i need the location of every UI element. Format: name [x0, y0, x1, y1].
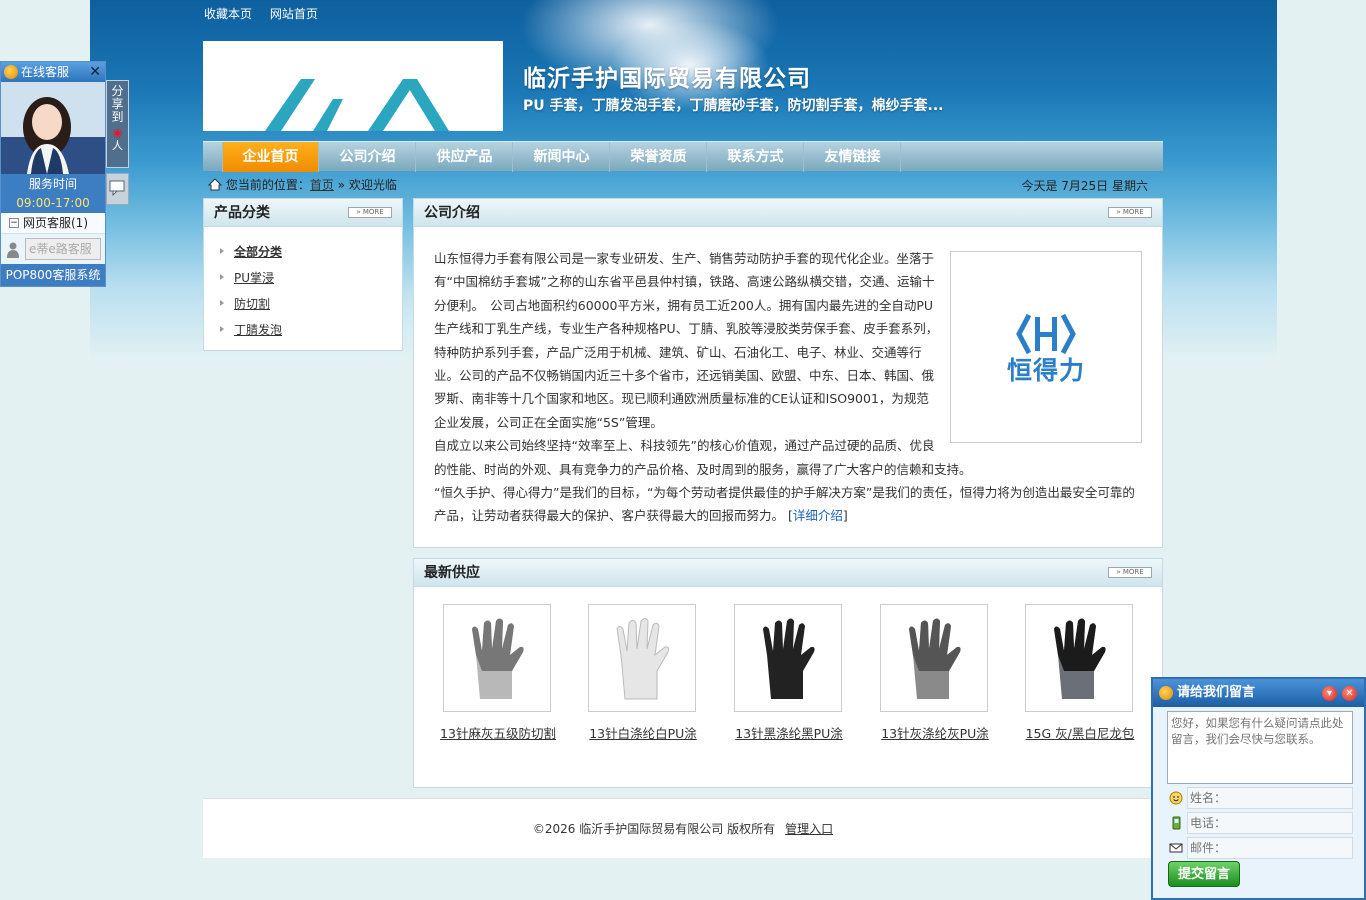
share-button[interactable]: 分享到 ◉ 人	[106, 80, 129, 168]
product-card: 13针黑涤纶黑PU涂	[734, 604, 844, 742]
admin-link[interactable]: 管理入口	[785, 822, 833, 836]
category-panel: 产品分类 » MORE 全部分类 PU掌浸 防切割 丁腈发泡	[203, 198, 403, 351]
nav-links[interactable]: 友情链接	[805, 142, 901, 172]
leave-message-widget: 请给我们留言 ▾ ✕ 提交留言	[1151, 677, 1366, 900]
nav-about[interactable]: 公司介绍	[320, 142, 416, 172]
home-icon	[207, 178, 223, 194]
product-image[interactable]	[734, 604, 842, 712]
message-icon	[1159, 686, 1173, 700]
nav-contact[interactable]: 联系方式	[708, 142, 804, 172]
top-links: 收藏本页 网站首页	[204, 5, 332, 22]
person-icon	[7, 242, 19, 258]
products-more-button[interactable]: » MORE	[1108, 567, 1152, 578]
name-field	[1167, 787, 1353, 809]
copyright: ©2026 临沂手护国际贸易有限公司 版权所有	[532, 822, 776, 836]
category-title: 产品分类	[214, 205, 270, 221]
product-card: 13针白涤纶白PU涂	[588, 604, 698, 742]
message-title: 请给我们留言	[1177, 685, 1256, 700]
service-member-button[interactable]: e蒂e路客服	[25, 238, 101, 260]
intro-paragraph-3: “恒久手护、得心得力”是我们的目标，“为每个劳动者提供最佳的护手解决方案”是我们…	[434, 485, 1135, 524]
mail-icon	[1169, 841, 1183, 855]
phone-field	[1167, 812, 1353, 834]
service-member: e蒂e路客服	[1, 234, 105, 264]
phone-icon	[1169, 816, 1183, 830]
nav-honors[interactable]: 荣誉资质	[611, 142, 707, 172]
product-name[interactable]: 13针麻灰五级防切割	[435, 723, 561, 742]
home-link[interactable]: 网站首页	[270, 7, 318, 21]
service-time-label: 服务时间	[1, 174, 105, 194]
category-item: 全部分类	[220, 239, 402, 265]
company-name: 临沂手护国际贸易有限公司	[523, 66, 811, 92]
breadcrumb-current: 欢迎光临	[348, 178, 397, 192]
footer: ©2026 临沂手护国际贸易有限公司 版权所有 管理入口	[203, 798, 1163, 858]
breadcrumb: 您当前的位置：首页 » 欢迎光临	[207, 176, 397, 194]
main-nav: 企业首页 公司介绍 供应产品 新闻中心 荣誉资质 联系方式 友情链接	[203, 141, 1163, 172]
nav-news[interactable]: 新闻中心	[514, 142, 610, 172]
bookmark-link[interactable]: 收藏本页	[204, 7, 252, 21]
message-textarea[interactable]	[1167, 711, 1353, 784]
product-name[interactable]: 13针白涤纶白PU涂	[580, 723, 706, 742]
company-subtitle: PU 手套，丁腈发泡手套，丁腈磨砂手套，防切割手套，棉纱手套...	[523, 98, 944, 114]
feedback-icon[interactable]	[106, 173, 129, 205]
product-image[interactable]	[588, 604, 696, 712]
product-card: 15G 灰/黑白尼龙包	[1025, 604, 1135, 742]
collapse-icon[interactable]: −	[9, 218, 19, 228]
online-service-widget: 在线客服 ✕ 服务时间 09:00-17:00 − 网页客服(1) e蒂e路客服 P…	[0, 61, 106, 287]
category-item: PU掌浸	[220, 265, 402, 291]
product-name[interactable]: 15G 灰/黑白尼龙包	[1017, 723, 1143, 742]
service-icon	[4, 65, 18, 79]
products-panel: 最新供应 » MORE 13针麻灰五级防切割 13针白涤纶白PU涂 13针黑涤纶黑…	[413, 558, 1163, 788]
service-time: 09:00-17:00	[1, 194, 105, 213]
product-card: 13针麻灰五级防切割	[440, 604, 556, 742]
agent-photo	[1, 82, 105, 174]
service-group[interactable]: − 网页客服(1)	[1, 213, 105, 234]
breadcrumb-home[interactable]: 首页	[310, 178, 334, 192]
product-image[interactable]	[880, 604, 988, 712]
email-field	[1167, 837, 1353, 859]
weibo-icon[interactable]: ◉	[107, 126, 128, 139]
renren-icon[interactable]: 人	[107, 139, 128, 152]
today-date: 今天是 7月25日 星期六	[1021, 179, 1148, 193]
minimize-icon[interactable]: ▾	[1322, 686, 1337, 701]
category-more-button[interactable]: » MORE	[348, 207, 392, 218]
smiley-icon	[1169, 791, 1183, 805]
service-system-label: POP800客服系统	[1, 264, 105, 286]
close-icon[interactable]: ✕	[1342, 686, 1357, 701]
service-title: 在线客服	[21, 65, 70, 79]
product-name[interactable]: 13针黑涤纶黑PU涂	[726, 723, 852, 742]
submit-message-button[interactable]: 提交留言	[1168, 861, 1240, 887]
email-input[interactable]	[1187, 837, 1353, 859]
product-image[interactable]	[1025, 604, 1133, 712]
nav-spacer	[203, 142, 223, 172]
intro-logo-text: 恒得力	[1006, 356, 1085, 386]
intro-panel: 公司介绍» MORE 恒得力 山东恒得力手套有限公司是一家专业研发、生产、销售劳…	[413, 198, 1163, 548]
products-title: 最新供应	[424, 565, 480, 581]
phone-input[interactable]	[1187, 812, 1353, 834]
close-icon[interactable]: ✕	[89, 62, 101, 82]
intro-detail-link[interactable]: 详细介绍	[793, 508, 843, 523]
category-item: 防切割	[220, 291, 402, 317]
product-name[interactable]: 13针灰涤纶灰PU涂	[872, 723, 998, 742]
nav-products[interactable]: 供应产品	[417, 142, 513, 172]
product-image[interactable]	[443, 604, 551, 712]
intro-logo-image: 恒得力	[950, 251, 1142, 443]
product-card: 13针灰涤纶灰PU涂	[880, 604, 990, 742]
intro-title: 公司介绍	[424, 205, 480, 221]
nav-home[interactable]: 企业首页	[223, 142, 319, 172]
name-input[interactable]	[1187, 787, 1353, 809]
company-logo[interactable]	[203, 41, 503, 131]
hengdeli-logo-icon	[1016, 314, 1076, 355]
intro-more-button[interactable]: » MORE	[1108, 207, 1152, 218]
category-item: 丁腈发泡	[220, 317, 402, 343]
